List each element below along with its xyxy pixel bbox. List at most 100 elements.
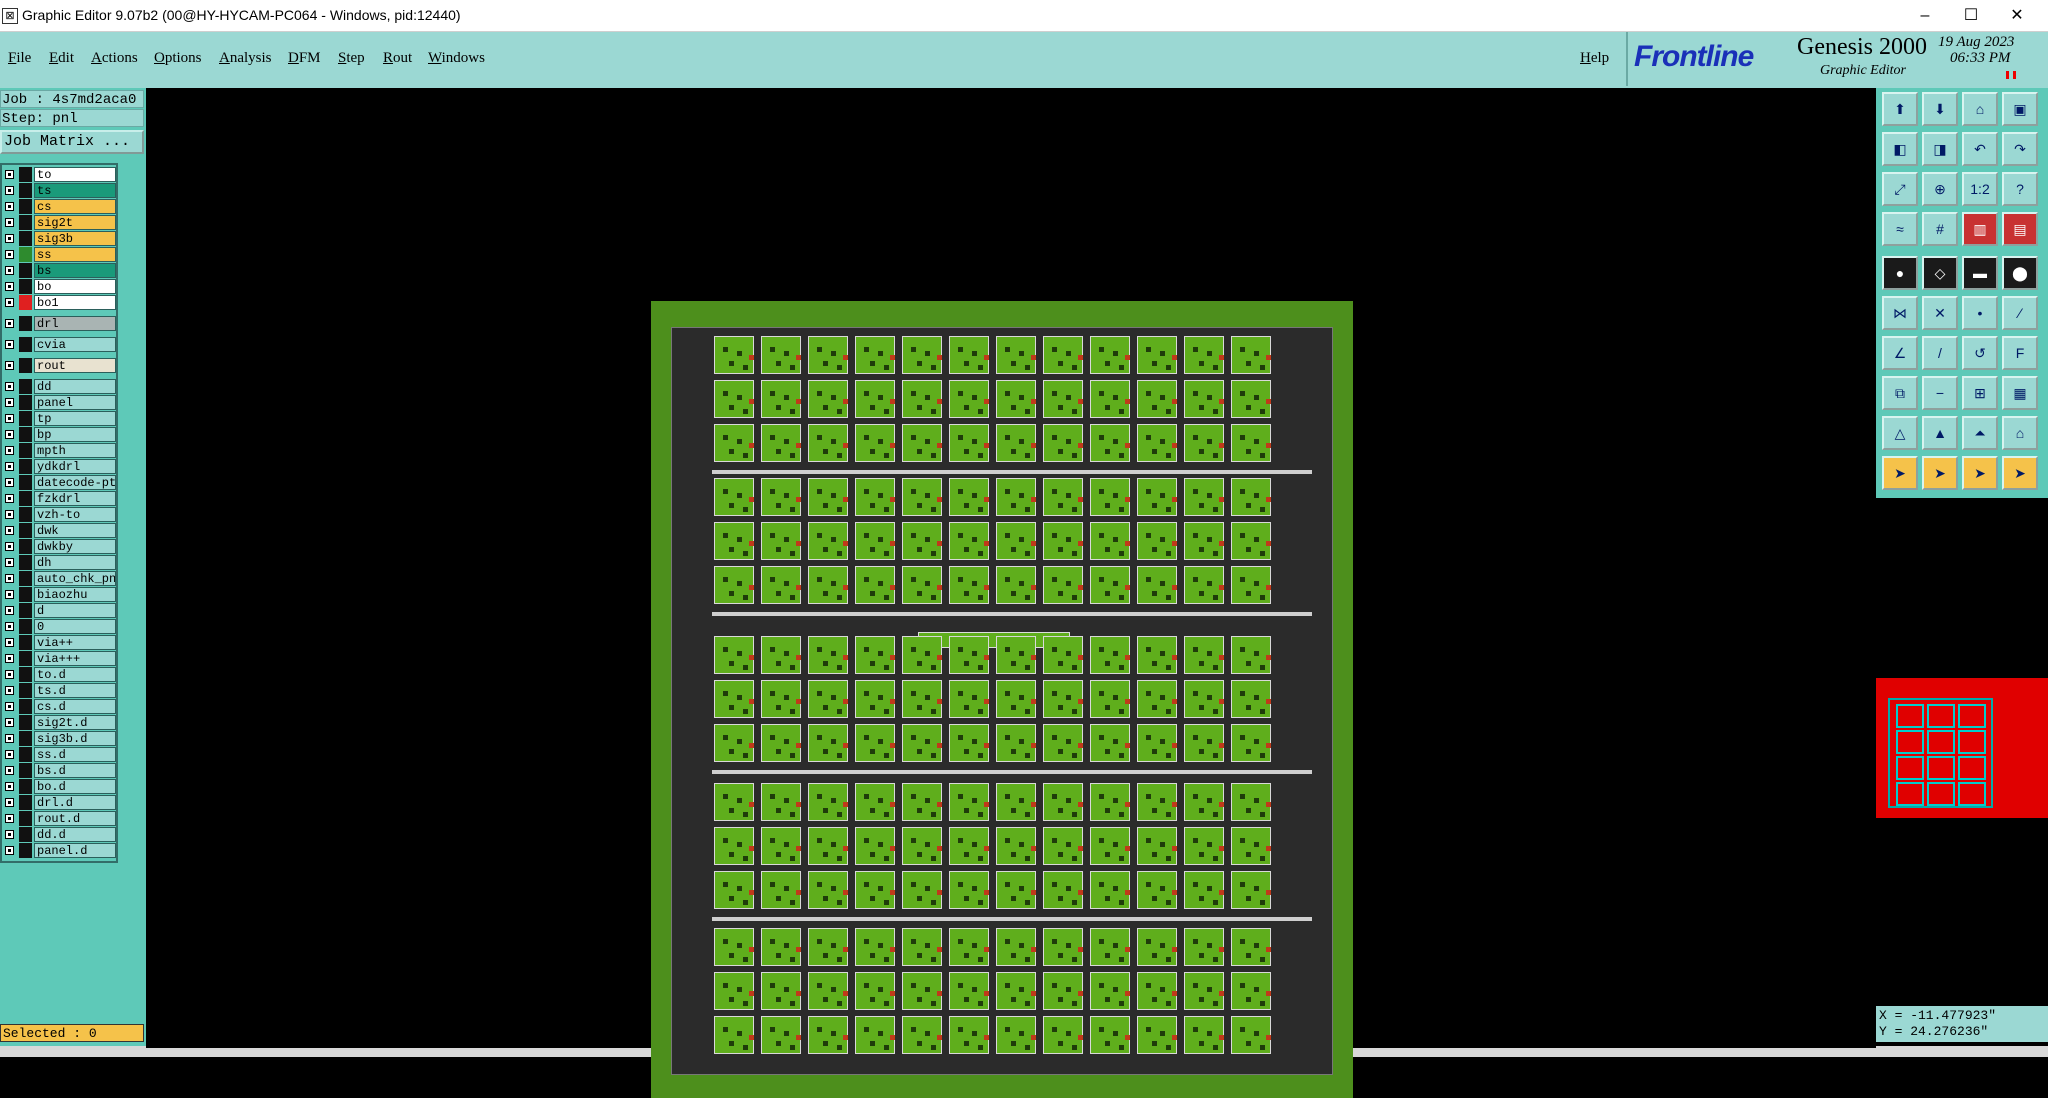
minus-icon[interactable]: − (1922, 376, 1958, 410)
layer-checkbox[interactable] (5, 218, 14, 227)
layer-row[interactable]: sig3b (2, 231, 118, 247)
layer-checkbox[interactable] (5, 734, 14, 743)
triangle3-icon[interactable]: ⏶ (1962, 416, 1998, 450)
layer-color-swatch[interactable] (19, 699, 32, 714)
layer-checkbox[interactable] (5, 702, 14, 711)
job-matrix-button[interactable]: Job Matrix ... (0, 130, 144, 154)
layer-color-swatch[interactable] (19, 411, 32, 426)
scale-icon[interactable]: 1:2 (1962, 172, 1998, 206)
layer-color-swatch[interactable] (19, 635, 32, 650)
menu-options[interactable]: Options (154, 50, 202, 67)
help-icon[interactable]: ? (2002, 172, 2038, 206)
layer-row[interactable]: bo.d (2, 779, 118, 795)
layer-name[interactable]: mpth (34, 443, 116, 458)
layer-color-swatch[interactable] (19, 539, 32, 554)
layer-checkbox[interactable] (5, 234, 14, 243)
connect-icon[interactable]: ⋈ (1882, 296, 1918, 330)
layer-checkbox[interactable] (5, 361, 14, 370)
graphic-canvas[interactable] (146, 88, 1876, 1098)
triangle-icon[interactable]: △ (1882, 416, 1918, 450)
layer-color-swatch[interactable] (19, 507, 32, 522)
maximize-button[interactable]: ☐ (1948, 0, 1994, 31)
home-icon[interactable]: ⌂ (1962, 92, 1998, 126)
layer-color-swatch[interactable] (19, 795, 32, 810)
endpoint-icon[interactable]: ⁄ (2002, 296, 2038, 330)
layer-checkbox[interactable] (5, 654, 14, 663)
triangle2-icon[interactable]: ▲ (1922, 416, 1958, 450)
layer-name[interactable]: dd (34, 379, 116, 394)
layer-color-swatch[interactable] (19, 587, 32, 602)
layer-row[interactable]: d (2, 603, 118, 619)
layer-name[interactable]: bo (34, 279, 116, 294)
layer-row[interactable]: bo (2, 279, 118, 295)
layer-checkbox[interactable] (5, 686, 14, 695)
layer-name[interactable]: via++ (34, 635, 116, 650)
layer-name[interactable]: rout.d (34, 811, 116, 826)
layer-color-swatch[interactable] (19, 571, 32, 586)
layer-color-swatch[interactable] (19, 337, 32, 352)
layer-name[interactable]: sig3b.d (34, 731, 116, 746)
layer-row[interactable]: sig2t (2, 215, 118, 231)
layer-checkbox[interactable] (5, 814, 14, 823)
menu-help[interactable]: Help (1580, 50, 1609, 67)
layer-color-swatch[interactable] (19, 263, 32, 278)
layer-row[interactable]: dh (2, 555, 118, 571)
layer-name[interactable]: bs.d (34, 763, 116, 778)
pointer-icon[interactable]: ➤ (1882, 456, 1918, 490)
layer-row[interactable]: to.d (2, 667, 118, 683)
layer-checkbox[interactable] (5, 430, 14, 439)
layer-name[interactable]: sig2t (34, 215, 116, 230)
undo-icon[interactable]: ↶ (1962, 132, 1998, 166)
layer-checkbox[interactable] (5, 542, 14, 551)
layer-checkbox[interactable] (5, 718, 14, 727)
layer-row[interactable]: cs.d (2, 699, 118, 715)
layer-name[interactable]: cvia (34, 337, 116, 352)
minimize-button[interactable]: – (1902, 0, 1948, 31)
layer-name[interactable]: auto_chk_pnl (34, 571, 116, 586)
layer-checkbox[interactable] (5, 670, 14, 679)
layer-name[interactable]: to.d (34, 667, 116, 682)
layer-name[interactable]: biaozhu (34, 587, 116, 602)
layer-checkbox[interactable] (5, 830, 14, 839)
layer-color-swatch[interactable] (19, 459, 32, 474)
menu-dfm[interactable]: DFM (288, 50, 321, 67)
layer-row[interactable]: sig2t.d (2, 715, 118, 731)
layer-row[interactable]: panel (2, 395, 118, 411)
layer-name[interactable]: 0 (34, 619, 116, 634)
layer-row[interactable]: 0 (2, 619, 118, 635)
layer-row[interactable]: dd (2, 379, 118, 395)
layer-name[interactable]: dd.d (34, 827, 116, 842)
layer-row[interactable]: sig3b.d (2, 731, 118, 747)
top-icon[interactable]: ⬆ (1882, 92, 1918, 126)
layer-checkbox[interactable] (5, 846, 14, 855)
layer-checkbox[interactable] (5, 414, 14, 423)
layer-color-swatch[interactable] (19, 247, 32, 262)
layer-row[interactable]: to (2, 167, 118, 183)
layer-color-swatch[interactable] (19, 316, 32, 331)
layer-name[interactable]: bo.d (34, 779, 116, 794)
line-icon[interactable]: ▬ (1962, 256, 1998, 290)
array-icon[interactable]: ⊞ (1962, 376, 1998, 410)
layer-row[interactable]: dwkby (2, 539, 118, 555)
layer-icon[interactable]: ▥ (1962, 212, 1998, 246)
layer-row[interactable]: via++ (2, 635, 118, 651)
layer-row[interactable]: datecode-pto (2, 475, 118, 491)
pointer4-icon[interactable]: ➤ (2002, 456, 2038, 490)
window-icon[interactable]: ▣ (2002, 92, 2038, 126)
layer-name[interactable]: via+++ (34, 651, 116, 666)
layer-checkbox[interactable] (5, 340, 14, 349)
menu-windows[interactable]: Windows (428, 50, 485, 67)
layer-row[interactable]: ss (2, 247, 118, 263)
layer-checkbox[interactable] (5, 558, 14, 567)
layer-row[interactable]: bp (2, 427, 118, 443)
layer-name[interactable]: fzkdrl (34, 491, 116, 506)
layer-name[interactable]: dh (34, 555, 116, 570)
layer-checkbox[interactable] (5, 282, 14, 291)
layer-name[interactable]: rout (34, 358, 116, 373)
layer-checkbox[interactable] (5, 319, 14, 328)
layer-row[interactable]: bs.d (2, 763, 118, 779)
slash-icon[interactable]: / (1922, 336, 1958, 370)
bottom-icon[interactable]: ⬇ (1922, 92, 1958, 126)
layer-checkbox[interactable] (5, 590, 14, 599)
layer-name[interactable]: sig3b (34, 231, 116, 246)
